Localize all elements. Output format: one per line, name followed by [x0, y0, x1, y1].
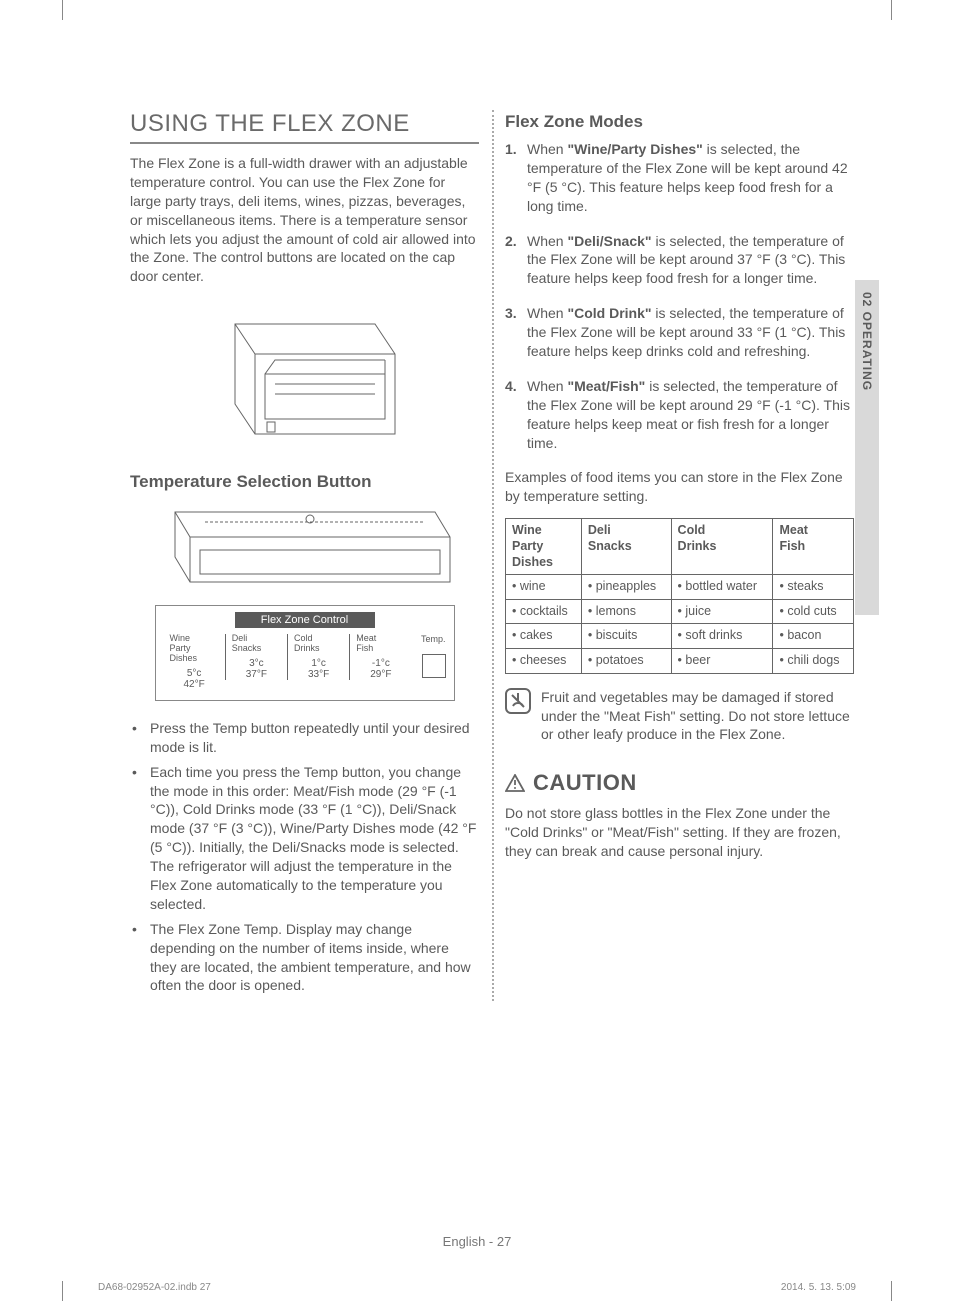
- table-cell: beer: [671, 649, 773, 674]
- control-mode: WinePartyDishes5°c42°F: [164, 634, 225, 690]
- drawer-illustration: [205, 304, 405, 454]
- table-header: DeliSnacks: [581, 519, 671, 575]
- note-text: Fruit and vegetables may be damaged if s…: [541, 688, 854, 745]
- note-icon: [505, 688, 531, 714]
- control-illustration: [155, 502, 455, 597]
- instruction-list: Press the Temp button repeatedly until y…: [130, 719, 479, 995]
- table-row: winepineapplesbottled watersteaks: [506, 575, 854, 600]
- table-row: cakesbiscuitssoft drinksbacon: [506, 624, 854, 649]
- mode-item: 3.When "Cold Drink" is selected, the tem…: [505, 304, 854, 361]
- warning-icon: [505, 774, 525, 792]
- food-table: WinePartyDishesDeliSnacksColdDrinksMeatF…: [505, 518, 854, 673]
- table-cell: potatoes: [581, 649, 671, 674]
- modes-heading: Flex Zone Modes: [505, 112, 854, 132]
- table-cell: pineapples: [581, 575, 671, 600]
- table-cell: steaks: [773, 575, 854, 600]
- page-heading: USING THE FLEX ZONE: [130, 110, 479, 144]
- table-header: ColdDrinks: [671, 519, 773, 575]
- caution-label: CAUTION: [533, 770, 637, 796]
- table-row: cocktailslemonsjuicecold cuts: [506, 599, 854, 624]
- control-mode: ColdDrinks1°c33°F: [287, 634, 349, 680]
- table-cell: cakes: [506, 624, 582, 649]
- mode-item: 1.When "Wine/Party Dishes" is selected, …: [505, 140, 854, 216]
- table-cell: juice: [671, 599, 773, 624]
- table-cell: cocktails: [506, 599, 582, 624]
- instruction-item: Each time you press the Temp button, you…: [150, 763, 479, 914]
- table-cell: soft drinks: [671, 624, 773, 649]
- table-row: cheesespotatoesbeerchili dogs: [506, 649, 854, 674]
- mode-item: 4.When "Meat/Fish" is selected, the temp…: [505, 377, 854, 453]
- instruction-item: Press the Temp button repeatedly until y…: [150, 719, 479, 757]
- table-cell: wine: [506, 575, 582, 600]
- table-cell: bottled water: [671, 575, 773, 600]
- print-datetime: 2014. 5. 13. 5:09: [781, 1282, 856, 1293]
- caution-text: Do not store glass bottles in the Flex Z…: [505, 804, 854, 861]
- file-ref: DA68-02952A-02.indb 27: [98, 1282, 211, 1293]
- control-panel-title: Flex Zone Control: [235, 612, 375, 628]
- table-cell: chili dogs: [773, 649, 854, 674]
- caution-heading: CAUTION: [505, 770, 854, 796]
- intro-paragraph: The Flex Zone is a full-width drawer wit…: [130, 154, 479, 286]
- table-header: WinePartyDishes: [506, 519, 582, 575]
- flex-zone-control-panel: Flex Zone Control WinePartyDishes5°c42°F…: [155, 605, 455, 701]
- example-intro: Examples of food items you can store in …: [505, 468, 854, 506]
- table-header: MeatFish: [773, 519, 854, 575]
- page-footer: English - 27: [0, 1234, 954, 1249]
- temp-button: Temp.: [412, 634, 446, 678]
- instruction-item: The Flex Zone Temp. Display may change d…: [150, 920, 479, 996]
- mode-item: 2.When "Deli/Snack" is selected, the tem…: [505, 232, 854, 289]
- table-cell: biscuits: [581, 624, 671, 649]
- subheading-temp-button: Temperature Selection Button: [130, 472, 479, 492]
- table-cell: cold cuts: [773, 599, 854, 624]
- modes-list: 1.When "Wine/Party Dishes" is selected, …: [505, 140, 854, 452]
- table-cell: lemons: [581, 599, 671, 624]
- control-mode: MeatFish-1°c29°F: [349, 634, 411, 680]
- table-cell: cheeses: [506, 649, 582, 674]
- note-block: Fruit and vegetables may be damaged if s…: [505, 688, 854, 745]
- control-mode: DeliSnacks3°c37°F: [225, 634, 287, 680]
- table-cell: bacon: [773, 624, 854, 649]
